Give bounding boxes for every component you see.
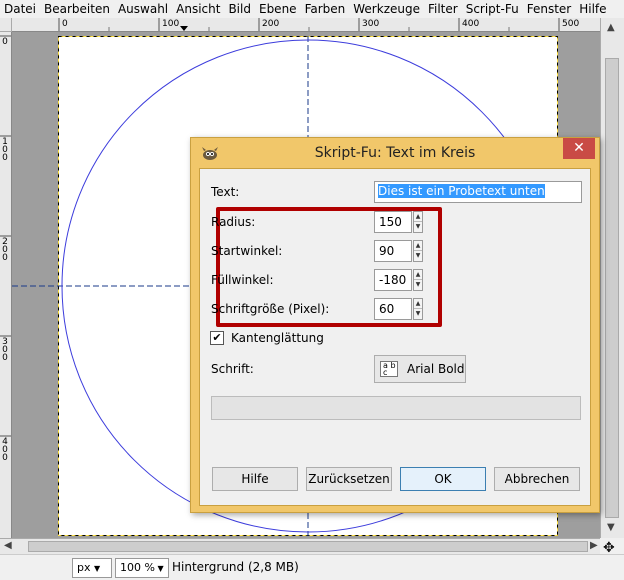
radius-down-icon[interactable]: ▼ bbox=[414, 222, 422, 232]
horizontal-scroll-thumb[interactable] bbox=[28, 541, 588, 552]
vertical-scroll-thumb[interactable] bbox=[605, 58, 619, 518]
menu-bearbeiten[interactable]: Bearbeiten bbox=[40, 0, 114, 18]
checkmark-icon: ✔ bbox=[212, 331, 222, 344]
progress-bar bbox=[211, 396, 581, 420]
radius-label: Radius: bbox=[211, 215, 256, 229]
font-size-label: Schriftgröße (Pixel): bbox=[211, 302, 330, 316]
menu-auswahl[interactable]: Auswahl bbox=[114, 0, 172, 18]
close-icon: ✕ bbox=[573, 140, 585, 156]
antialias-label[interactable]: Kantenglättung bbox=[231, 331, 324, 345]
unit-select[interactable]: px ▼ bbox=[72, 558, 112, 578]
ruler-pointer-icon bbox=[180, 26, 188, 31]
layer-info: Hintergrund (2,8 MB) bbox=[172, 560, 299, 574]
menu-hilfe[interactable]: Hilfe bbox=[575, 0, 610, 18]
cancel-button[interactable]: Abbrechen bbox=[494, 467, 580, 491]
menu-filter[interactable]: Filter bbox=[424, 0, 462, 18]
ruler-top-label-200: 200 bbox=[262, 19, 280, 29]
font-size-input[interactable]: 60 bbox=[374, 298, 412, 320]
radius-up-icon[interactable]: ▲ bbox=[414, 212, 422, 222]
vertical-scrollbar[interactable]: ▲ ▼ bbox=[600, 18, 624, 538]
scroll-right-icon[interactable]: ▶ bbox=[590, 540, 598, 551]
ruler-corner[interactable] bbox=[0, 18, 12, 32]
ruler-left[interactable]: 0 100 200 300 400 bbox=[0, 32, 12, 538]
radius-input[interactable]: 150 bbox=[374, 211, 412, 233]
zoom-select[interactable]: 100 % ▼ bbox=[115, 558, 169, 578]
ruler-left-label-400: 400 bbox=[2, 437, 8, 463]
close-button[interactable]: ✕ bbox=[563, 138, 595, 159]
font-size-up-icon[interactable]: ▲ bbox=[414, 299, 422, 309]
ruler-top-label-300: 300 bbox=[362, 19, 380, 29]
menu-script-fu[interactable]: Script-Fu bbox=[462, 0, 523, 18]
fill-angle-down-icon[interactable]: ▼ bbox=[414, 280, 422, 290]
menu-bild[interactable]: Bild bbox=[224, 0, 255, 18]
reset-button[interactable]: Zurücksetzen bbox=[306, 467, 392, 491]
ruler-top-ticks bbox=[58, 18, 560, 31]
start-angle-input[interactable]: 90 bbox=[374, 240, 412, 262]
dialog-titlebar[interactable]: Skript-Fu: Text im Kreis ✕ bbox=[191, 138, 599, 168]
text-label: Text: bbox=[211, 185, 240, 199]
statusbar: px ▼ 100 % ▼ Hintergrund (2,8 MB) bbox=[0, 554, 624, 580]
menubar: Datei Bearbeiten Auswahl Ansicht Bild Eb… bbox=[0, 0, 624, 18]
menu-werkzeuge[interactable]: Werkzeuge bbox=[349, 0, 424, 18]
scroll-down-icon[interactable]: ▼ bbox=[607, 522, 615, 533]
ruler-top-label-500: 500 bbox=[562, 19, 580, 29]
fill-angle-input[interactable]: -180 bbox=[374, 269, 412, 291]
font-size-down-icon[interactable]: ▼ bbox=[414, 309, 422, 319]
chevron-down-icon: ▼ bbox=[154, 564, 164, 573]
font-label: Schrift: bbox=[211, 362, 254, 376]
font-name: Arial Bold bbox=[407, 362, 465, 376]
menu-ansicht[interactable]: Ansicht bbox=[172, 0, 224, 18]
ruler-top-label-100: 100 bbox=[162, 19, 180, 29]
menu-datei[interactable]: Datei bbox=[0, 0, 40, 18]
antialias-checkbox[interactable]: ✔ bbox=[210, 331, 224, 345]
scroll-left-icon[interactable]: ◀ bbox=[4, 540, 12, 551]
text-input[interactable]: Dies ist ein Probetext unten bbox=[374, 181, 582, 203]
ruler-left-label-300: 300 bbox=[2, 337, 8, 363]
fill-angle-up-icon[interactable]: ▲ bbox=[414, 270, 422, 280]
ruler-top-label-0: 0 bbox=[62, 19, 68, 29]
menu-fenster[interactable]: Fenster bbox=[523, 0, 576, 18]
menu-ebene[interactable]: Ebene bbox=[255, 0, 301, 18]
dialog-body: Text: Dies ist ein Probetext unten Radiu… bbox=[199, 168, 591, 506]
script-fu-dialog: Skript-Fu: Text im Kreis ✕ Text: Dies is… bbox=[190, 137, 600, 513]
ruler-top-label-400: 400 bbox=[462, 19, 480, 29]
start-angle-down-icon[interactable]: ▼ bbox=[414, 251, 422, 261]
start-angle-label: Startwinkel: bbox=[211, 244, 283, 258]
font-icon: a b c bbox=[380, 361, 398, 377]
font-select-button[interactable]: a b c Arial Bold bbox=[374, 355, 466, 383]
ruler-left-label-100: 100 bbox=[2, 137, 8, 163]
menu-farben[interactable]: Farben bbox=[301, 0, 350, 18]
start-angle-up-icon[interactable]: ▲ bbox=[414, 241, 422, 251]
horizontal-scrollbar[interactable]: ◀ ▶ bbox=[0, 538, 600, 554]
fill-angle-label: Füllwinkel: bbox=[211, 273, 274, 287]
ruler-top[interactable]: 0 100 200 300 400 500 bbox=[12, 18, 600, 32]
ruler-left-label-200: 200 bbox=[2, 237, 8, 263]
help-button[interactable]: Hilfe bbox=[212, 467, 298, 491]
scroll-up-icon[interactable]: ▲ bbox=[607, 22, 615, 33]
ok-button[interactable]: OK bbox=[400, 467, 486, 491]
chevron-down-icon: ▼ bbox=[94, 564, 101, 573]
dialog-title: Skript-Fu: Text im Kreis bbox=[314, 145, 476, 161]
ruler-left-label-0: 0 bbox=[2, 37, 8, 47]
